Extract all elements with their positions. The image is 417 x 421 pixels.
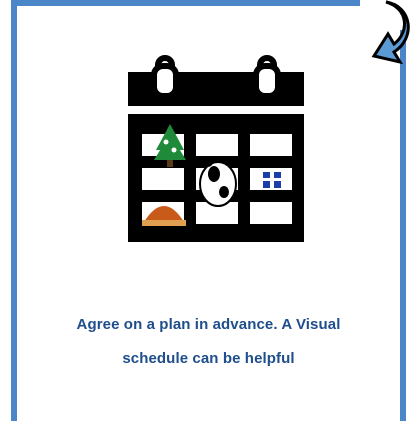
- gift-icon: [263, 172, 281, 188]
- page-curl-arrow-icon: [371, 0, 410, 65]
- caption-line-1: Agree on a plan in advance. A Visual: [76, 316, 341, 333]
- visual-schedule-card: Agree on a plan in advance. A Visual sch…: [0, 0, 417, 421]
- card-border-right: [400, 30, 406, 421]
- calendar-icon: [128, 55, 304, 242]
- card-border-left: [11, 0, 17, 421]
- caption-line-2: schedule can be helpful: [122, 350, 295, 367]
